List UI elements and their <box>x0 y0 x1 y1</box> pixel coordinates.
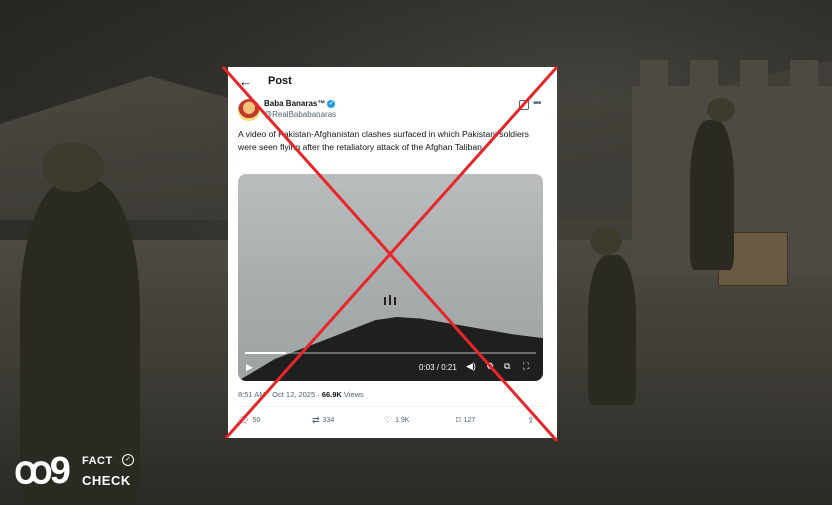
post-meta: 8:51 AM · Oct 12, 2025 · 66.9K Views <box>238 390 364 399</box>
share-button[interactable]: ⇪ <box>527 415 535 426</box>
action-bar: 🗨 50 ⇄ 334 ♡ 1.9K ⌑ 127 ⇪ <box>238 415 543 429</box>
logo-check: CHECK <box>82 473 131 488</box>
views-count: 66.9K <box>321 390 342 399</box>
video-time: 0:03 / 0:21 <box>419 363 457 372</box>
repost-icon: ⇄ <box>312 415 320 425</box>
soldier-helmet <box>707 98 735 122</box>
picture-in-picture-icon[interactable]: ⧉ <box>504 361 510 372</box>
heart-icon: ♡ <box>384 415 393 425</box>
check-circle-icon: ✓ <box>122 454 134 466</box>
divider <box>238 406 547 407</box>
views-label: Views <box>343 390 364 399</box>
bookmark-icon: ⌑ <box>456 415 461 425</box>
reply-button[interactable]: 🗨 50 <box>238 415 260 426</box>
logo-fact: FACT <box>82 455 113 467</box>
reply-count: 50 <box>252 417 261 424</box>
settings-icon[interactable]: ⚙ <box>486 361 494 372</box>
bookmark-count: 127 <box>463 417 476 424</box>
tweet-text: A video of Pakistan-Afghanistan clashes … <box>238 129 529 152</box>
soldier-right <box>690 120 734 270</box>
page-title: Post <box>268 75 292 87</box>
video-figures <box>384 295 398 305</box>
fullscreen-icon[interactable]: ⛶ <box>523 361 529 372</box>
post-header: ← Post <box>228 67 557 95</box>
like-count: 1.9K <box>395 417 410 424</box>
post-timestamp[interactable]: 8:51 AM · Oct 12, 2025 <box>238 390 315 399</box>
logo-mark: ꝏ9 <box>14 450 71 492</box>
like-button[interactable]: ♡ 1.9K <box>384 415 409 426</box>
repost-count: 334 <box>322 417 335 424</box>
video-hill <box>238 317 543 381</box>
author-name-row[interactable]: Baba Banaras™ ✓ <box>264 99 336 108</box>
reply-icon: 🗨 <box>238 415 250 425</box>
grok-icon[interactable] <box>519 100 529 110</box>
soldier-center <box>588 255 636 405</box>
soldier-helmet <box>590 227 622 255</box>
display-name[interactable]: Baba Banaras™ <box>264 99 325 108</box>
video-player[interactable]: ▶ 0:03 / 0:21 ◀) ⚙ ⧉ ⛶ <box>238 174 543 381</box>
more-options-icon[interactable]: ••• <box>533 98 541 109</box>
share-icon: ⇪ <box>527 415 535 425</box>
video-progress-fill <box>245 352 286 354</box>
video-progress-bar[interactable] <box>245 352 536 354</box>
play-icon[interactable]: ▶ <box>246 362 253 373</box>
back-arrow-icon[interactable]: ← <box>239 74 252 89</box>
tweet-card: ← Post Baba Banaras™ ✓ @RealBababanaras •… <box>228 67 557 438</box>
soldier-helmet <box>42 142 104 192</box>
volume-icon[interactable]: ◀) <box>466 361 476 372</box>
verified-badge-icon: ✓ <box>327 99 336 108</box>
bookmark-button[interactable]: ⌑ 127 <box>456 415 475 426</box>
avatar[interactable] <box>238 99 260 121</box>
author-handle[interactable]: @RealBababanaras <box>264 110 336 119</box>
repost-button[interactable]: ⇄ 334 <box>312 415 334 426</box>
factcheck-logo: ꝏ9 FACT ✓ CHECK <box>14 449 134 495</box>
